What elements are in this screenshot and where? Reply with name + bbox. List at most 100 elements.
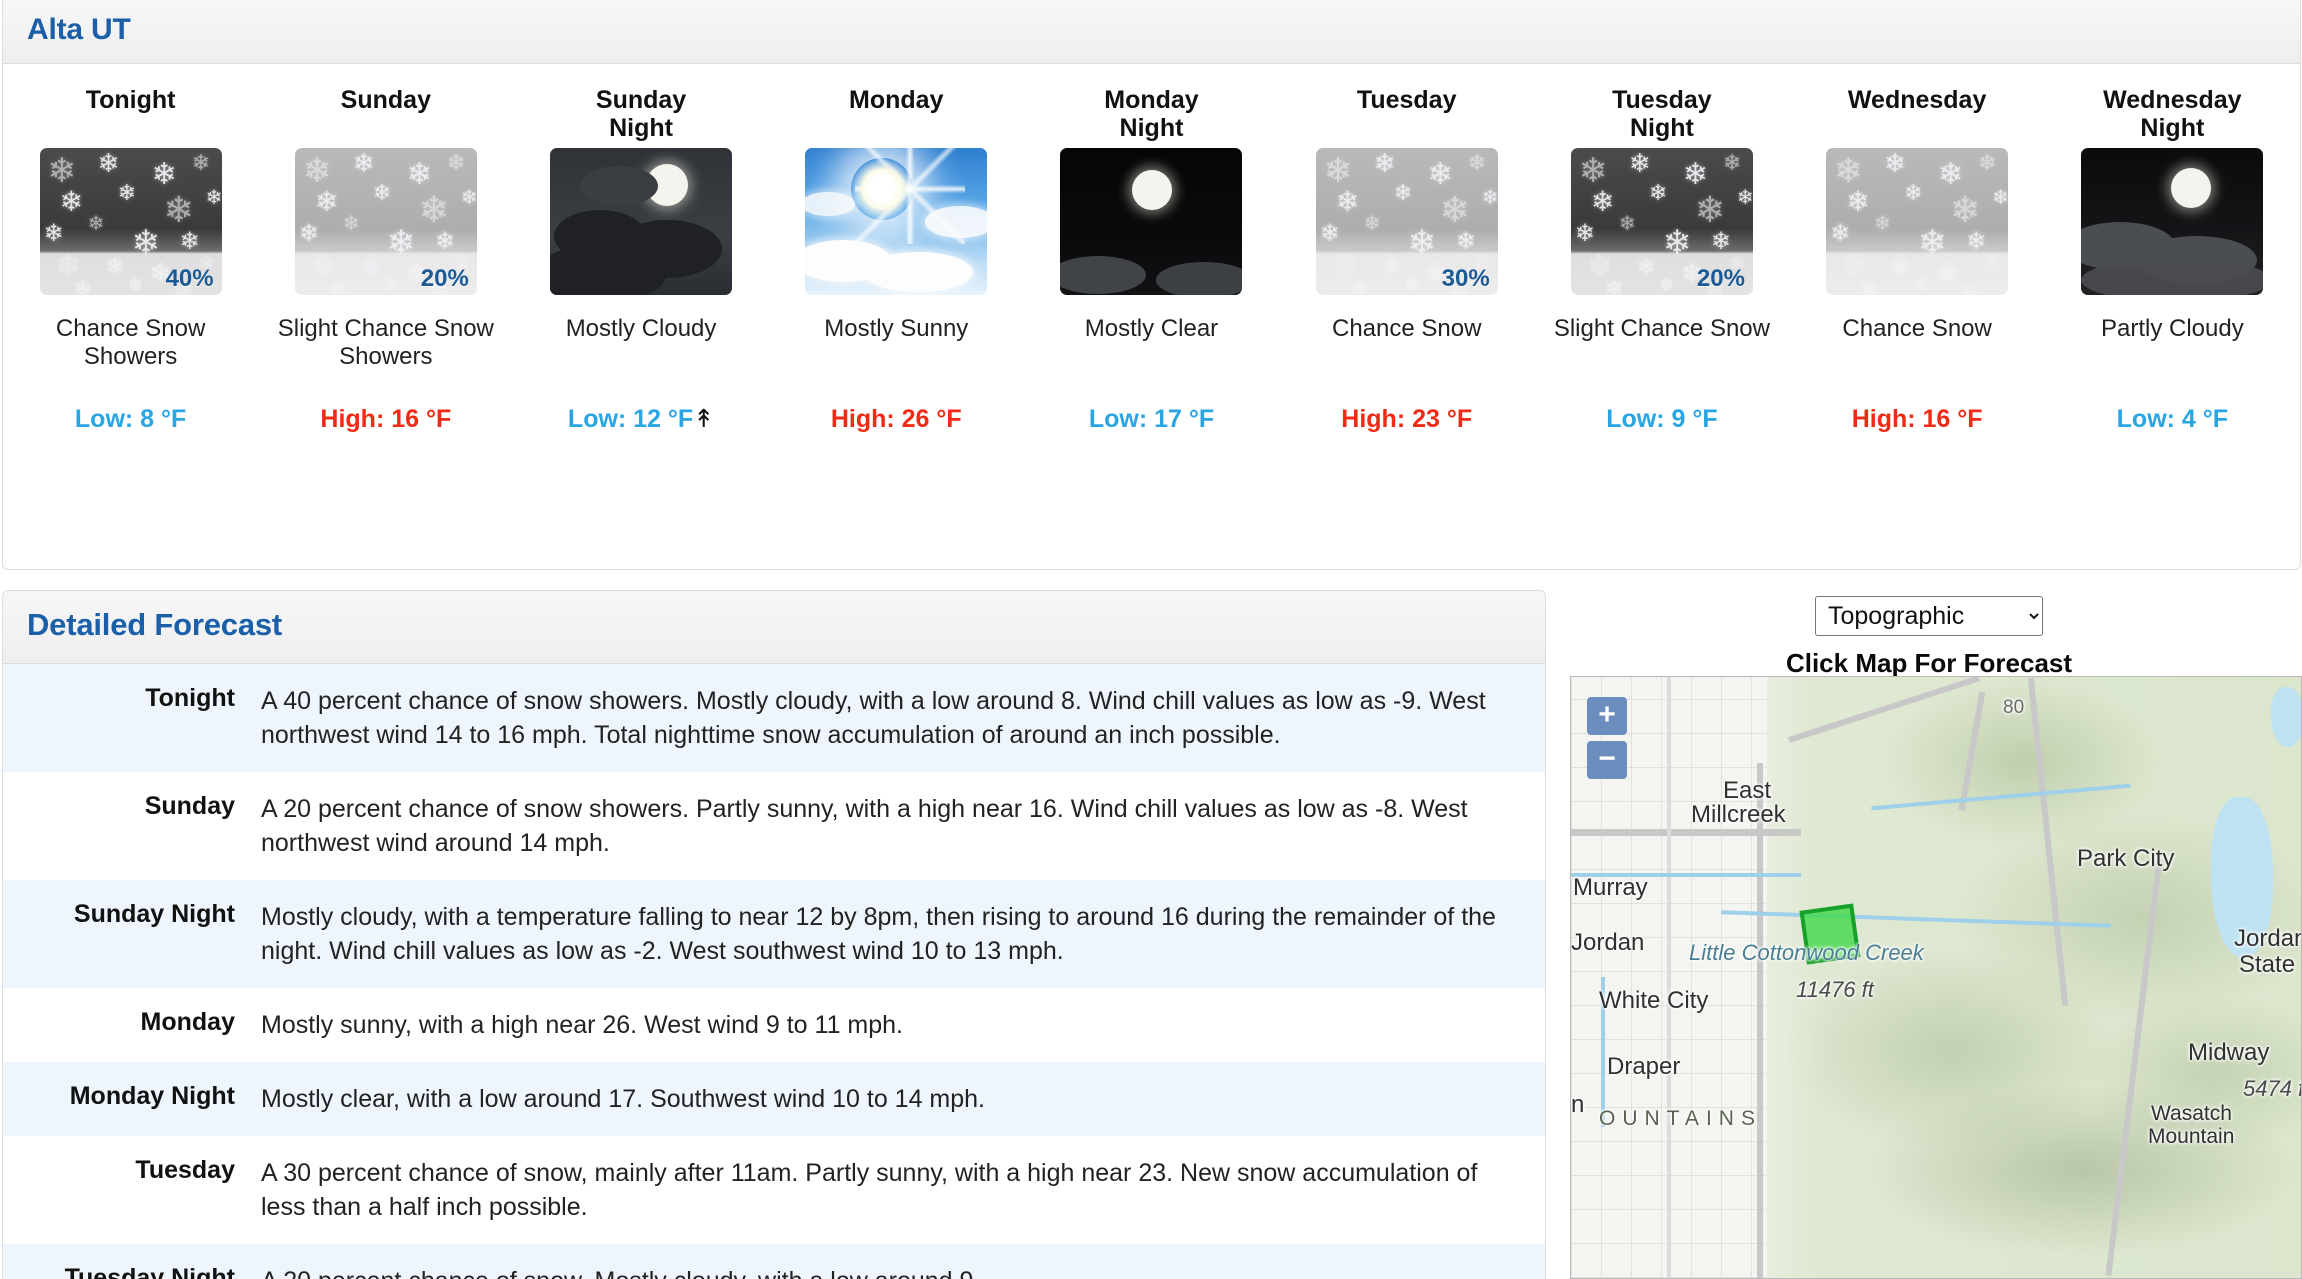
snowflake-icon: ❄: [1682, 158, 1709, 191]
forecast-card[interactable]: Wednesday ❄ ❄ ❄ ❄ ❄ ❄ ❄ ❄ ❄ ❄ ❄ ❄ ❄ ❄ ❄ ❄ ❄ ❄ ❄ Chance Snow H…: [1790, 64, 2045, 432]
forecast-card-day: Tuesday Night: [1538, 86, 1785, 148]
snowflake-icon: ❄: [117, 180, 137, 205]
map-place-label: Jordan: [1571, 929, 1645, 956]
detailed-forecast-table: Tonight A 40 percent chance of snow showe…: [3, 664, 1545, 1279]
snowflake-icon: ❄: [1335, 186, 1360, 217]
snowflake-icon: ❄: [59, 186, 84, 217]
map-road: [1757, 763, 1763, 1278]
map-place-label: Murray: [1573, 874, 1648, 901]
snowflake-icon: ❄: [1319, 220, 1340, 247]
forecast-card-day-line1: Monday: [849, 86, 944, 114]
snowflake-icon: ❄: [179, 228, 200, 255]
map-road: [1571, 829, 1801, 836]
map-place-label: 11476 ft: [1796, 977, 1874, 1002]
snowflake-icon: ❄: [1439, 189, 1470, 230]
snowflake-icon: ❄: [131, 224, 161, 262]
snowflake-icon: ❄: [1427, 158, 1453, 191]
zoom-out-button[interactable]: −: [1587, 741, 1627, 779]
snowflake-icon: ❄: [1938, 158, 1964, 191]
map-column: Topographic Click Map For Forecast + − E…: [1556, 588, 2302, 1279]
forecast-card[interactable]: Sunday Night Mostly Cloudy Low: 12 °F↟: [513, 64, 768, 432]
forecast-card[interactable]: Wednesday Night Partly Cloudy Low: 4 °F: [2045, 64, 2300, 432]
snowflake-icon: ❄: [1574, 220, 1596, 247]
snowflake-icon: ❄: [372, 180, 392, 205]
detailed-forecast-period-text: A 20 percent chance of snow showers. Par…: [261, 795, 1468, 857]
forecast-card-condition: Partly Cloudy: [2100, 315, 2244, 342]
forecast-card-condition: Slight Chance Snow Showers: [277, 315, 494, 370]
snowflake-icon: ❄: [418, 189, 449, 230]
snowflake-icon: ❄: [298, 220, 319, 247]
forecast-card-condition: Chance Snow: [1842, 315, 1992, 342]
detailed-forecast-row: Sunday Night Mostly cloudy, with a temper…: [3, 880, 1545, 988]
snowflake-icon: ❄: [1455, 228, 1476, 255]
snowflake-icon: ❄: [1694, 189, 1726, 230]
forecast-card-day: Wednesday: [1794, 86, 2041, 148]
snowflake-icon: ❄: [1722, 150, 1742, 175]
forecast-card[interactable]: Monday Night Mostly Clear Low: 17 °F: [1024, 64, 1279, 432]
forecast-card-day-line2: Night: [1119, 114, 1184, 142]
snowflake-icon: ❄: [1736, 187, 1753, 209]
forecast-card-temperature: Low: 4 °F: [2116, 405, 2229, 433]
map-caption: Click Map For Forecast: [1785, 648, 2073, 678]
forecast-card-temperature: High: 16 °F: [320, 405, 452, 433]
forecast-card-temperature: Low: 17 °F: [1088, 405, 1215, 433]
forecast-card-day: Sunday Night: [517, 86, 764, 148]
forecast-card-day-line1: Monday: [1104, 86, 1199, 114]
forecast-card-temperature: High: 26 °F: [830, 405, 962, 433]
map-type-select[interactable]: Topographic: [1815, 596, 2043, 636]
snowflake-icon: ❄: [1874, 213, 1891, 235]
snowflake-icon: ❄: [1950, 189, 1981, 230]
snowflake-icon: ❄: [1984, 253, 2001, 275]
snowflake-icon: ❄: [1648, 180, 1668, 205]
snowflake-icon: ❄: [1884, 148, 1906, 178]
forecast-card-row: Tonight ❄ ❄ ❄ ❄ ❄ ❄ ❄ ❄ ❄ ❄ ❄ ❄ ❄ ❄ ❄ ❄ ❄ ❄ ❄ 40% Chance Snow…: [3, 64, 2300, 432]
map-place-label: Wasatch: [2151, 1102, 2232, 1125]
snowflake-icon: ❄: [386, 224, 416, 262]
snowflake-icon: ❄: [87, 213, 105, 235]
forecast-card-day-line2: Night: [2140, 114, 2205, 142]
map-road: [1667, 677, 1671, 1278]
map-place-label: Jordan: [2234, 925, 2302, 952]
mostly-clear-night-icon: [1060, 148, 1243, 295]
forecast-card[interactable]: Monday Mostly Sunny High: 26 °F: [769, 64, 1024, 432]
forecast-card-temperature: High: 16 °F: [1851, 405, 1983, 433]
snowflake-icon: ❄: [460, 187, 477, 209]
detailed-forecast-period-text: A 40 percent chance of snow showers. Mos…: [261, 687, 1486, 749]
zoom-in-button[interactable]: +: [1587, 697, 1627, 735]
forecast-card[interactable]: Sunday ❄ ❄ ❄ ❄ ❄ ❄ ❄ ❄ ❄ ❄ ❄ ❄ ❄ ❄ ❄ ❄ ❄ ❄ ❄ 20% Slight Chanc…: [258, 64, 513, 432]
detailed-forecast-row: Tonight A 40 percent chance of snow showe…: [3, 664, 1545, 772]
forecast-card[interactable]: Tuesday ❄ ❄ ❄ ❄ ❄ ❄ ❄ ❄ ❄ ❄ ❄ ❄ ❄ ❄ ❄ ❄ ❄ ❄ ❄ 30% Chance Snow…: [1279, 64, 1534, 432]
snowflake-icon: ❄: [1936, 258, 1958, 288]
forecast-map[interactable]: + − East Millcreek Murray Park City Jordan Jo…: [1570, 676, 2302, 1279]
snowflake-icon: ❄: [1403, 275, 1419, 295]
snowflake-icon: ❄: [1604, 276, 1624, 296]
precip-probability-badge: 20%: [1696, 265, 1745, 292]
snowflake-icon: ❄: [360, 254, 380, 279]
detailed-forecast-period-label: Sunday: [144, 792, 235, 820]
temperature-rising-arrow-icon: ↟: [693, 405, 715, 433]
forecast-card-temperature: Low: 12 °F: [567, 405, 694, 433]
forecast-card[interactable]: Tuesday Night ❄ ❄ ❄ ❄ ❄ ❄ ❄ ❄ ❄ ❄ ❄ ❄ ❄ ❄ ❄ ❄ ❄ ❄ ❄ 20% Slight…: [1534, 64, 1789, 432]
forecast-card-day: Tonight: [7, 86, 254, 148]
snowflake-icon: ❄: [43, 220, 64, 247]
snowflake-icon: ❄: [191, 150, 211, 175]
weather-forecast-page: Alta UT Tonight ❄ ❄ ❄ ❄ ❄ ❄ ❄ ❄ ❄ ❄ ❄ ❄ ❄ ❄ ❄ ❄ ❄ ❄ ❄ 40% Cha…: [0, 0, 2302, 1279]
detailed-forecast-row: Monday Night Mostly clear, with a low aro…: [3, 1062, 1545, 1136]
precip-probability-badge: 30%: [1441, 265, 1490, 292]
map-type-select-row: Topographic: [1556, 588, 2302, 636]
snowflake-icon: ❄: [1892, 254, 1911, 279]
snowflake-icon: ❄: [1904, 180, 1923, 205]
cloud-shape: [863, 252, 974, 292]
map-place-label: OUNTAINS: [1599, 1107, 1762, 1130]
detailed-forecast-period-text: Mostly clear, with a low around 17. Sout…: [261, 1085, 985, 1113]
forecast-card-temperature: Low: 8 °F: [74, 405, 187, 433]
forecast-card-temperature: High: 23 °F: [1341, 405, 1473, 433]
snowflake-icon: ❄: [163, 189, 194, 230]
forecast-card-day: Monday: [773, 86, 1020, 148]
detailed-forecast-row: Tuesday Night A 20 percent chance of snow…: [3, 1244, 1545, 1279]
detailed-forecast-period-label: Tuesday Night: [64, 1264, 235, 1279]
forecast-card-temperature: Low: 9 °F: [1606, 405, 1718, 433]
forecast-card[interactable]: Tonight ❄ ❄ ❄ ❄ ❄ ❄ ❄ ❄ ❄ ❄ ❄ ❄ ❄ ❄ ❄ ❄ ❄ ❄ ❄ 40% Chance Snow…: [3, 64, 258, 432]
snowflake-icon: ❄: [127, 275, 143, 295]
snowflake-icon: ❄: [47, 152, 77, 190]
